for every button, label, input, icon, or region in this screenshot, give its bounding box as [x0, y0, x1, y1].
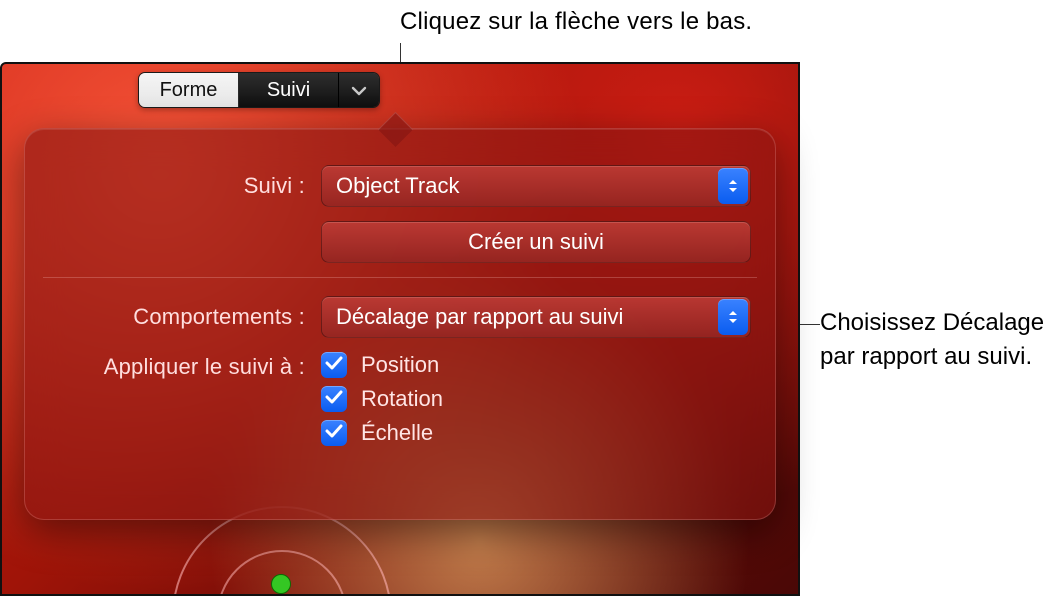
tracker-handle-dot[interactable] — [271, 574, 291, 594]
tracking-select-value: Object Track — [336, 173, 459, 199]
tracking-select[interactable]: Object Track — [321, 165, 751, 207]
suivi-button[interactable]: Suivi — [239, 73, 339, 107]
create-tracking-button[interactable]: Créer un suivi — [321, 221, 751, 263]
apply-tracking-checks: Position Rotation Échelle — [321, 352, 751, 454]
tracking-label: Suivi : — [25, 173, 321, 199]
suivi-button-label: Suivi — [267, 79, 310, 102]
check-row-position: Position — [321, 352, 751, 378]
scale-checkbox[interactable] — [321, 420, 347, 446]
behaviors-select[interactable]: Décalage par rapport au suivi — [321, 296, 751, 338]
forme-button[interactable]: Forme — [139, 73, 239, 107]
create-tracking-button-label: Créer un suivi — [468, 229, 604, 255]
position-checkbox-label: Position — [361, 352, 439, 378]
position-checkbox[interactable] — [321, 352, 347, 378]
check-icon — [325, 356, 343, 375]
check-icon — [325, 424, 343, 443]
rotation-checkbox[interactable] — [321, 386, 347, 412]
rotation-checkbox-label: Rotation — [361, 386, 443, 412]
check-row-rotation: Rotation — [321, 386, 751, 412]
callout-top-text: Cliquez sur la flèche vers le bas. — [400, 8, 752, 36]
callout-right-content: Choisissez Décalage par rapport au suivi… — [820, 309, 1044, 370]
tracking-popover: Suivi : Object Track Créer un suivi Comp… — [24, 128, 776, 520]
behaviors-label: Comportements : — [25, 304, 321, 330]
popover-divider — [43, 277, 757, 278]
select-stepper-icon — [718, 299, 748, 335]
chevron-down-icon — [351, 79, 367, 102]
check-row-scale: Échelle — [321, 420, 751, 446]
check-icon — [325, 390, 343, 409]
callout-right-text: Choisissez Décalage par rapport au suivi… — [820, 306, 1059, 373]
select-stepper-icon — [718, 168, 748, 204]
scale-checkbox-label: Échelle — [361, 420, 433, 446]
forme-button-label: Forme — [160, 79, 218, 102]
suivi-dropdown-arrow[interactable] — [339, 73, 379, 107]
apply-tracking-label: Appliquer le suivi à : — [25, 352, 321, 380]
behaviors-select-value: Décalage par rapport au suivi — [336, 304, 623, 330]
mode-toolbar: Forme Suivi — [138, 72, 380, 108]
